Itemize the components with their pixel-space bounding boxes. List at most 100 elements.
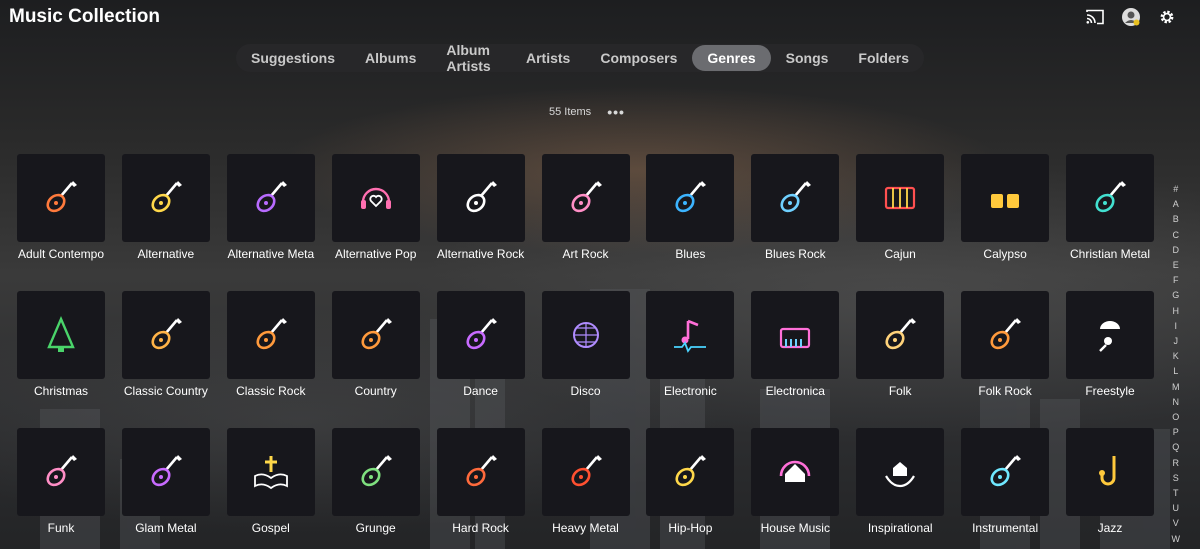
tab-songs[interactable]: Songs <box>771 45 844 71</box>
guitar-palette-icon[interactable] <box>541 154 630 242</box>
guitar-cross-icon[interactable] <box>1066 154 1154 242</box>
guitar-leaf-icon[interactable] <box>961 291 1050 379</box>
flaming-guitar-hard-icon[interactable] <box>436 428 525 516</box>
alphabet-letter[interactable]: J <box>1174 334 1179 349</box>
genre-card[interactable]: Art Rock <box>541 154 630 261</box>
genre-card[interactable]: Dance <box>436 291 525 398</box>
genre-card[interactable]: Glam Metal <box>121 428 210 535</box>
genre-card[interactable]: Adult Contempo <box>17 154 105 261</box>
genre-card[interactable]: Hard Rock <box>436 428 525 535</box>
guitar-music-note-icon[interactable] <box>961 428 1050 516</box>
alphabet-letter[interactable]: S <box>1173 471 1179 486</box>
microphone-cap-icon[interactable] <box>1066 291 1154 379</box>
genre-label[interactable]: Christian Metal <box>1046 247 1174 261</box>
alphabet-letter[interactable]: N <box>1173 395 1180 410</box>
genre-card[interactable]: Folk <box>856 291 945 398</box>
genre-card[interactable]: Christmas <box>17 291 105 398</box>
cap-microphone-icon[interactable] <box>646 428 735 516</box>
genre-card[interactable]: Inspirational <box>856 428 945 535</box>
alphabet-letter[interactable]: W <box>1172 532 1181 547</box>
alphabet-letter[interactable]: R <box>1173 456 1180 471</box>
genre-card[interactable]: Freestyle <box>1066 291 1154 398</box>
alphabet-letter[interactable]: D <box>1173 243 1180 258</box>
tab-artists[interactable]: Artists <box>511 45 585 71</box>
genre-card[interactable]: Alternative Pop <box>331 154 420 261</box>
genre-label[interactable]: Freestyle <box>1046 384 1174 398</box>
hands-house-icon[interactable] <box>856 428 945 516</box>
genre-card[interactable]: Grunge <box>331 428 420 535</box>
genre-card[interactable]: Country <box>331 291 420 398</box>
alphabet-letter[interactable]: A <box>1173 197 1179 212</box>
genre-card[interactable]: Gospel <box>226 428 315 535</box>
genre-card[interactable]: Alternative Meta <box>226 154 315 261</box>
guitar-lightning-icon[interactable] <box>436 154 525 242</box>
cowboy-guitar-icon[interactable] <box>121 291 210 379</box>
tab-genres[interactable]: Genres <box>692 45 771 71</box>
guitar-sunset-icon[interactable] <box>17 154 105 242</box>
genre-card[interactable]: Classic Country <box>121 291 210 398</box>
user-avatar-icon[interactable] <box>1120 6 1142 28</box>
genre-card[interactable]: Blues Rock <box>751 154 840 261</box>
genre-card[interactable]: Calypso <box>961 154 1050 261</box>
genre-card[interactable]: Hip-Hop <box>646 428 735 535</box>
genre-card[interactable]: Funk <box>17 428 105 535</box>
guitar-notes-icon[interactable] <box>751 154 840 242</box>
genre-card[interactable]: Jazz <box>1066 428 1154 535</box>
alphabet-letter[interactable]: B <box>1173 212 1179 227</box>
headphones-heart-icon[interactable] <box>331 154 420 242</box>
acoustic-guitar-hat-icon[interactable] <box>331 291 420 379</box>
grunge-guitar-icon[interactable] <box>331 428 420 516</box>
alphabet-letter[interactable]: U <box>1173 501 1180 516</box>
disco-headphones-icon[interactable] <box>436 291 525 379</box>
house-headphones-icon[interactable] <box>751 428 840 516</box>
genre-card[interactable]: Cajun <box>856 154 945 261</box>
genre-card[interactable]: Disco <box>541 291 630 398</box>
tab-folders[interactable]: Folders <box>843 45 924 71</box>
skull-guitar-icon[interactable] <box>541 428 630 516</box>
tab-composers[interactable]: Composers <box>585 45 692 71</box>
alphabet-letter[interactable]: K <box>1173 349 1179 364</box>
genre-card[interactable]: Folk Rock <box>961 291 1050 398</box>
christmas-tree-icon[interactable] <box>17 291 105 379</box>
alphabet-letter[interactable]: E <box>1173 258 1179 273</box>
alphabet-letter[interactable]: # <box>1173 182 1178 197</box>
alphabet-letter[interactable]: L <box>1173 364 1178 379</box>
saxophone-icon[interactable] <box>1066 428 1154 516</box>
alphabet-letter[interactable]: T <box>1173 486 1179 501</box>
folk-guitar-icon[interactable] <box>856 291 945 379</box>
genre-label[interactable]: Jazz <box>1046 521 1174 535</box>
genre-card[interactable]: Instrumental <box>961 428 1050 535</box>
alphabet-letter[interactable]: F <box>1173 273 1179 288</box>
genre-card[interactable]: Heavy Metal <box>541 428 630 535</box>
genre-card[interactable]: Blues <box>646 154 735 261</box>
guitar-bolt-icon[interactable] <box>226 291 315 379</box>
genre-card[interactable]: Electronic <box>646 291 735 398</box>
music-note-pulse-icon[interactable] <box>646 291 735 379</box>
accordion-icon[interactable] <box>856 154 945 242</box>
genre-card[interactable]: Alternative <box>121 154 210 261</box>
synthesizer-icon[interactable] <box>751 291 840 379</box>
more-options-button[interactable]: ••• <box>607 105 625 119</box>
steel-drums-icon[interactable] <box>961 154 1050 242</box>
alphabet-letter[interactable]: I <box>1174 319 1177 334</box>
electric-guitar-icon[interactable] <box>121 154 210 242</box>
tab-album-artists[interactable]: Album Artists <box>431 37 511 79</box>
bible-cross-icon[interactable] <box>226 428 315 516</box>
settings-gear-icon[interactable] <box>1156 6 1178 28</box>
alphabet-letter[interactable]: O <box>1172 410 1179 425</box>
alphabet-letter[interactable]: C <box>1173 228 1180 243</box>
alphabet-letter[interactable]: Q <box>1172 440 1179 455</box>
alphabet-letter[interactable]: G <box>1172 288 1179 303</box>
funk-guitar-disco-icon[interactable] <box>17 428 105 516</box>
alphabet-letter[interactable]: M <box>1172 380 1180 395</box>
glam-guitar-icon[interactable] <box>121 428 210 516</box>
genre-card[interactable]: House Music <box>751 428 840 535</box>
genre-card[interactable]: Classic Rock <box>226 291 315 398</box>
alphabet-letter[interactable]: V <box>1173 516 1179 531</box>
acoustic-guitar-wave-icon[interactable] <box>646 154 735 242</box>
alphabet-letter[interactable]: H <box>1173 304 1180 319</box>
genre-card[interactable]: Electronica <box>751 291 840 398</box>
genre-card[interactable]: Alternative Rock <box>436 154 525 261</box>
genre-card[interactable]: Christian Metal <box>1066 154 1154 261</box>
alphabet-letter[interactable]: P <box>1173 425 1179 440</box>
